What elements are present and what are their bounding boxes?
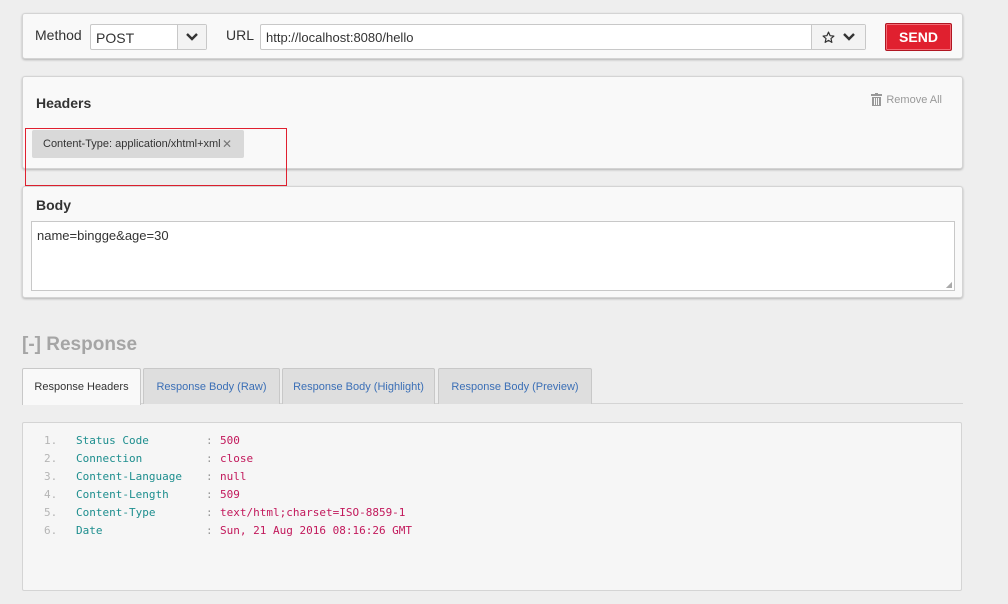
url-input[interactable]: http://localhost:8080/hello — [260, 24, 866, 50]
tab-response-headers[interactable]: Response Headers — [22, 368, 141, 405]
url-tools — [811, 25, 865, 49]
response-toggle[interactable]: [-] Response — [22, 334, 137, 356]
method-label: Method — [35, 27, 82, 43]
method-select[interactable]: POST — [90, 24, 207, 50]
header-key: Content-Language — [76, 470, 182, 483]
resize-grip-icon[interactable]: ◢ — [946, 280, 952, 289]
tab-response-body-raw[interactable]: Response Body (Raw) — [143, 368, 280, 404]
response-headers-panel: 1. Status Code : 500 2. Connection : clo… — [22, 422, 962, 591]
tab-response-body-preview[interactable]: Response Body (Preview) — [438, 368, 592, 404]
separator: : — [206, 506, 213, 519]
body-textarea[interactable]: name=bingge&age=30 ◢ — [31, 221, 955, 291]
request-bar: Method POST URL http://localhost:8080/he… — [22, 13, 963, 59]
header-value: 509 — [220, 488, 240, 501]
chevron-down-icon[interactable] — [843, 33, 855, 41]
body-title: Body — [36, 197, 71, 213]
separator: : — [206, 434, 213, 447]
header-key: Connection — [76, 452, 143, 465]
tab-response-body-highlight[interactable]: Response Body (Highlight) — [282, 368, 435, 404]
separator: : — [206, 524, 213, 537]
body-content: name=bingge&age=30 — [37, 228, 169, 243]
line-number: 3. — [44, 470, 58, 483]
separator: : — [206, 470, 213, 483]
line-number: 2. — [44, 452, 58, 465]
method-dropdown-button[interactable] — [177, 25, 206, 49]
header-value: close — [220, 452, 254, 465]
header-key: Content-Length — [76, 488, 169, 501]
line-number: 6. — [44, 524, 58, 537]
response-tabs: Response Headers Response Body (Raw) Res… — [22, 368, 963, 405]
remove-all-button[interactable]: Remove All — [871, 93, 942, 106]
trash-icon — [871, 93, 883, 106]
chevron-down-icon — [186, 33, 198, 41]
send-button[interactable]: SEND — [885, 23, 952, 51]
separator: : — [206, 452, 213, 465]
highlight-box — [25, 128, 287, 186]
header-key: Status Code — [76, 434, 149, 447]
url-label: URL — [226, 27, 255, 43]
header-value: text/html;charset=ISO-8859-1 — [220, 506, 406, 519]
remove-all-label: Remove All — [886, 93, 942, 106]
line-number: 5. — [44, 506, 58, 519]
header-key: Date — [76, 524, 103, 537]
line-number: 4. — [44, 488, 58, 501]
headers-title: Headers — [36, 95, 92, 111]
separator: : — [206, 488, 213, 501]
header-value: Sun, 21 Aug 2016 08:16:26 GMT — [220, 524, 413, 537]
header-value: null — [220, 470, 247, 483]
url-value: http://localhost:8080/hello — [266, 30, 414, 45]
method-value: POST — [96, 30, 135, 46]
body-panel: Body name=bingge&age=30 ◢ — [22, 186, 963, 298]
header-value: 500 — [220, 434, 240, 447]
header-key: Content-Type — [76, 506, 156, 519]
line-number: 1. — [44, 434, 58, 447]
star-icon[interactable] — [822, 30, 835, 44]
